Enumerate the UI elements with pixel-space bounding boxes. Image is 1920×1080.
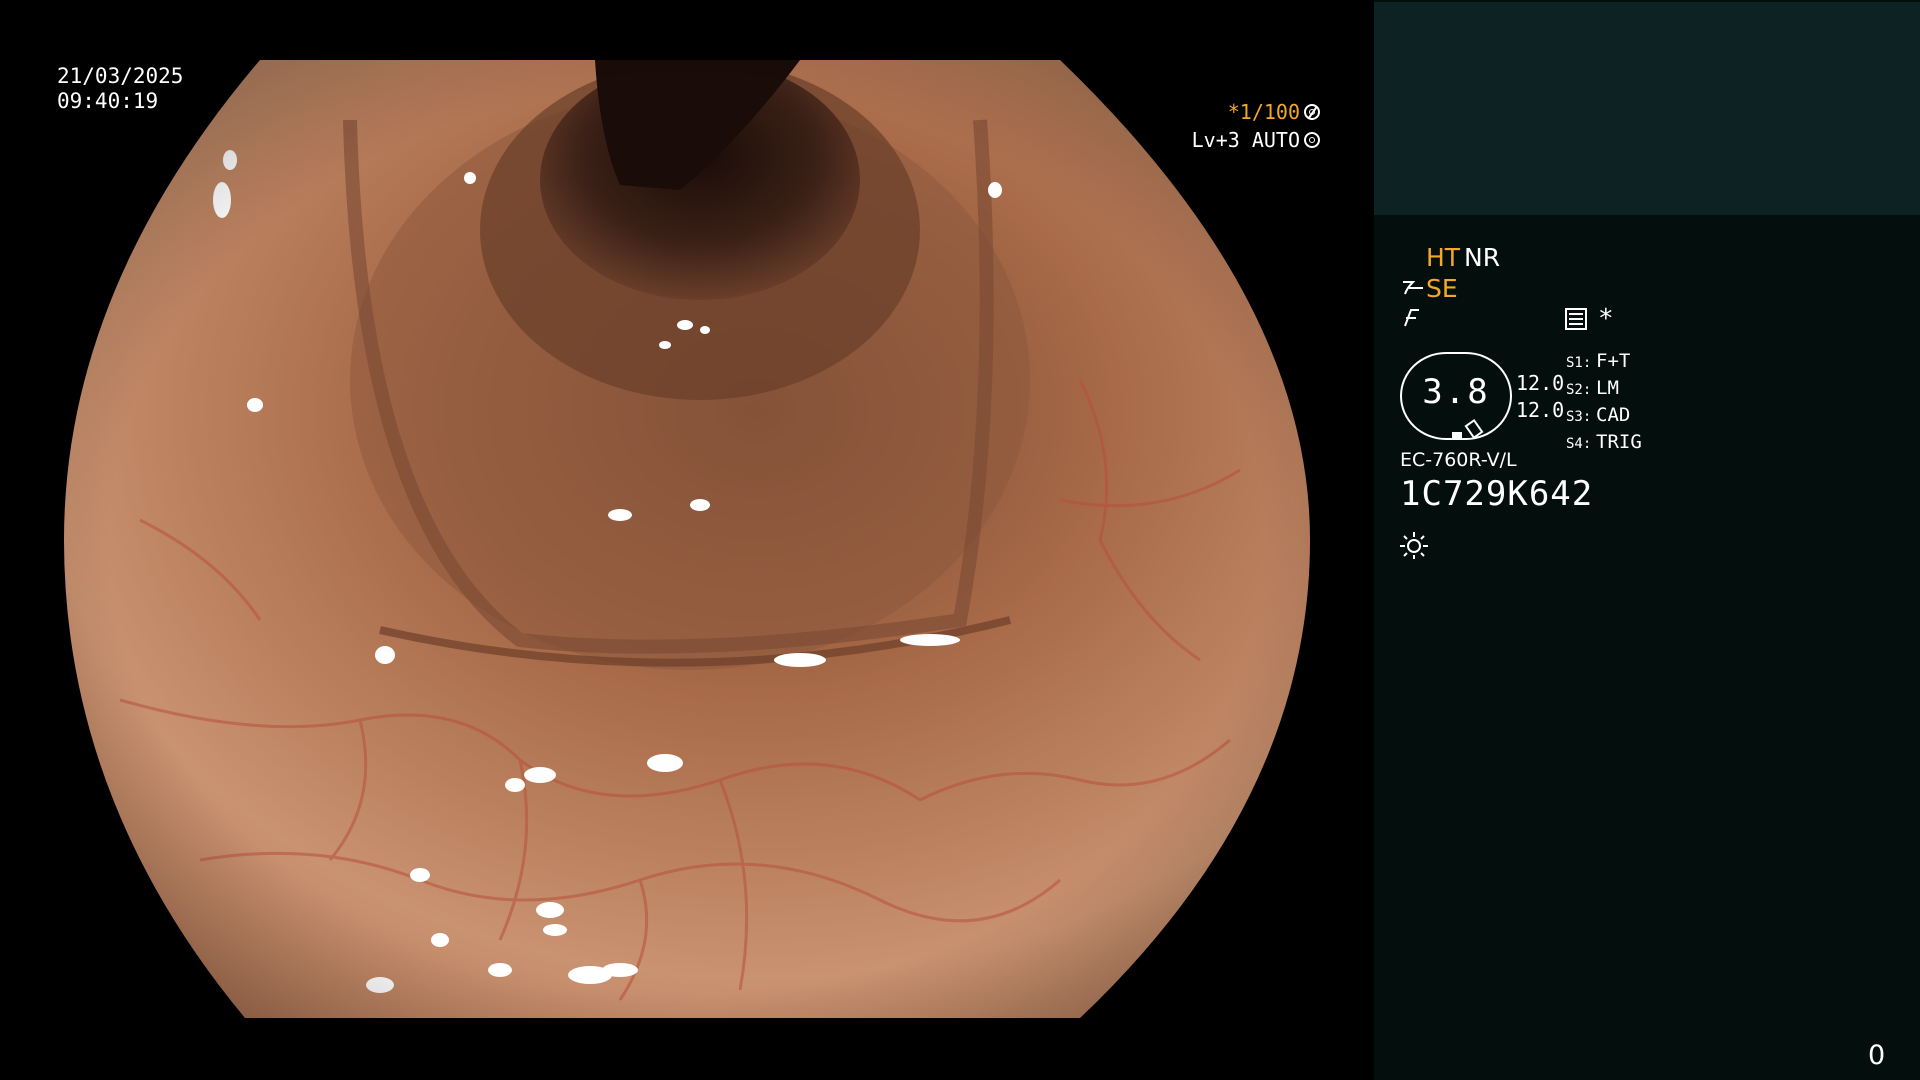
gauge-value: 3.8 — [1422, 372, 1490, 412]
ht-indicator: HT — [1426, 243, 1461, 272]
scope-serial: 1C729K642 — [1400, 474, 1594, 514]
switch-value: F+T — [1596, 350, 1631, 372]
switch-row: S1: F+T — [1566, 349, 1642, 376]
switch-key: S1: — [1566, 355, 1592, 371]
shutter-row: *1/100 — [1150, 98, 1320, 126]
scope-model: EC-760R-V/L — [1400, 449, 1517, 471]
switch-key: S2: — [1566, 382, 1592, 398]
exposure-level: Lv+3 AUTO — [1191, 128, 1300, 152]
switch-key: S3: — [1566, 409, 1592, 425]
gauge-display: 3.8 — [1400, 352, 1512, 440]
se-indicator: SE — [1426, 274, 1458, 303]
gauge-base-marker — [1452, 432, 1462, 440]
switch-key: S4: — [1566, 436, 1592, 452]
switch-assignments: S1: F+T S2: LM S3: CAD S4: TRIG — [1566, 349, 1642, 457]
asterisk-icon: * — [1598, 304, 1614, 334]
gauge-num-bottom: 12.0 — [1516, 398, 1565, 422]
gauge-numbers: 12.0 12.0 — [1516, 370, 1564, 424]
switch-value: CAD — [1596, 404, 1631, 426]
light-icon — [1400, 532, 1428, 559]
switch-row: S4: TRIG — [1566, 430, 1642, 457]
gauge-num-top: 12.0 — [1516, 371, 1565, 395]
time-text: 09:40:19 — [57, 89, 159, 113]
shutter-speed: *1/100 — [1227, 100, 1300, 124]
switch-value: TRIG — [1596, 431, 1642, 453]
status-panel — [1374, 0, 1920, 1080]
panel-header-area — [1374, 2, 1920, 215]
switch-value: LM — [1596, 377, 1619, 399]
gauge-flag-marker — [1464, 419, 1484, 439]
exposure-row: Lv+3 AUTO — [1150, 126, 1320, 154]
nr-indicator: NR — [1464, 243, 1501, 272]
date-time: 21/03/2025 09:40:19 — [57, 64, 183, 114]
frame-counter: 0 — [1868, 1040, 1886, 1071]
bend-icon — [1403, 281, 1423, 295]
switch-row: S3: CAD — [1566, 403, 1642, 430]
colon-image — [64, 60, 1310, 1018]
switch-row: S2: LM — [1566, 376, 1642, 403]
camera-icon — [1304, 132, 1320, 148]
histogram-icon — [1565, 308, 1587, 330]
date-text: 21/03/2025 — [57, 64, 184, 88]
aperture-icon — [1304, 104, 1320, 120]
pen-icon — [1404, 309, 1419, 327]
exposure-info: *1/100 Lv+3 AUTO — [1150, 98, 1320, 154]
endoscope-view: 21/03/2025 09:40:19 *1/100 Lv+3 AUTO — [0, 0, 1374, 1080]
